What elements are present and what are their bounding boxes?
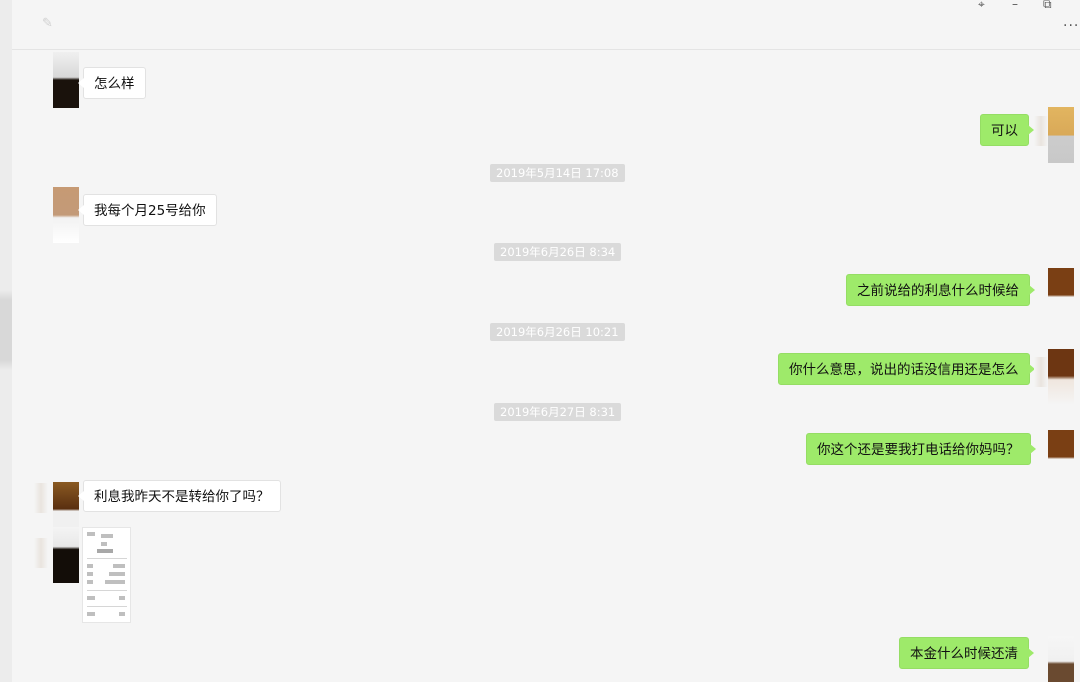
restore-icon[interactable]: ⧉ [1043,0,1052,12]
receipt-amount [97,549,113,553]
outgoing-message[interactable]: 本金什么时候还清 [899,637,1034,669]
receipt-text [87,612,95,616]
receipt-text [87,564,93,568]
receipt-divider [87,606,127,607]
message-list[interactable]: 怎么样 可以 2019年5月14日 17:08 我每个月25号给你 2019年6… [12,50,1080,682]
self-avatar[interactable] [1048,268,1074,324]
receipt-text [87,572,93,576]
receipt-text [119,612,125,616]
contact-avatar[interactable] [53,52,79,108]
receipt-divider [87,590,127,591]
pin-icon[interactable]: ⌖ [978,0,985,12]
avatar-shadow [1034,357,1048,387]
outgoing-message[interactable]: 之前说给的利息什么时候给 [846,274,1035,306]
self-avatar[interactable] [1048,430,1074,486]
outgoing-message[interactable]: 你什么意思，说出的话没信用还是怎么 [778,353,1034,385]
contact-avatar[interactable] [53,527,79,583]
edit-icon[interactable]: ✎ [42,16,53,31]
incoming-message[interactable]: 我每个月25号给你 [78,194,217,226]
contact-avatar[interactable] [53,187,79,243]
timestamp: 2019年5月14日 17:08 [490,164,625,182]
receipt-text [101,534,113,538]
receipt-text [87,596,95,600]
timestamp: 2019年6月26日 10:21 [490,323,625,341]
receipt-text [87,532,95,536]
receipt-text [105,580,125,584]
session-list-edge [0,0,12,682]
image-message-receipt[interactable] [82,527,131,623]
receipt-text [113,564,125,568]
avatar-shadow [34,483,48,513]
chat-window: ✎ ⌖ – ⧉ ··· 怎么样 可以 2019年5月14日 17:08 我每个月… [0,0,1080,682]
receipt-divider [87,558,127,559]
incoming-message[interactable]: 怎么样 [78,67,146,99]
self-avatar[interactable] [1048,107,1074,163]
more-icon[interactable]: ··· [1063,18,1079,34]
timestamp: 2019年6月26日 8:34 [494,243,622,261]
receipt-text [87,580,93,584]
self-avatar[interactable] [1048,636,1074,682]
timestamp: 2019年6月27日 8:31 [494,403,622,421]
receipt-text [101,542,107,546]
incoming-message[interactable]: 利息我昨天不是转给你了吗？ [78,480,281,512]
receipt-text [119,596,125,600]
outgoing-message[interactable]: 你这个还是要我打电话给你妈吗？ [806,433,1035,465]
chat-header: ✎ ⌖ – ⧉ ··· [12,0,1080,50]
self-avatar[interactable] [1048,349,1074,405]
avatar-shadow [1034,116,1048,146]
avatar-shadow [34,538,48,568]
minimize-icon[interactable]: – [1012,0,1018,11]
outgoing-message[interactable]: 可以 [980,114,1034,146]
receipt-text [109,572,125,576]
